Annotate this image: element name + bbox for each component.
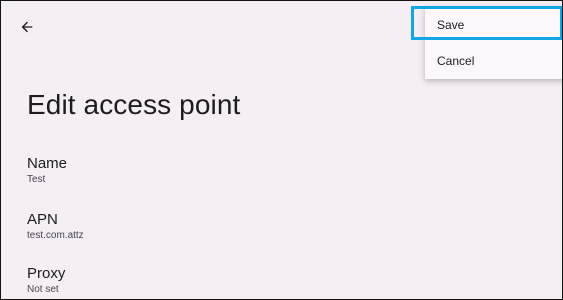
arrow-back-icon: [21, 21, 33, 33]
preference-summary: test.com.attz: [27, 230, 84, 241]
preference-title: Proxy: [27, 265, 66, 282]
preference-apn[interactable]: APN test.com.attz: [27, 211, 84, 243]
preference-name[interactable]: Name Test: [27, 155, 67, 187]
overflow-menu: Save Cancel: [425, 7, 562, 79]
back-button[interactable]: [15, 15, 39, 39]
apn-editor-screen: Edit access point Name Test APN test.com…: [0, 0, 563, 300]
preference-title: APN: [27, 211, 58, 228]
preference-title: Name: [27, 155, 68, 172]
page-title: Edit access point: [27, 89, 241, 120]
preference-summary: Test: [27, 174, 46, 185]
menu-item-cancel[interactable]: Cancel: [425, 43, 562, 79]
preference-proxy[interactable]: Proxy Not set: [27, 265, 65, 297]
preference-summary: Not set: [27, 284, 59, 295]
menu-item-save[interactable]: Save: [425, 7, 562, 43]
